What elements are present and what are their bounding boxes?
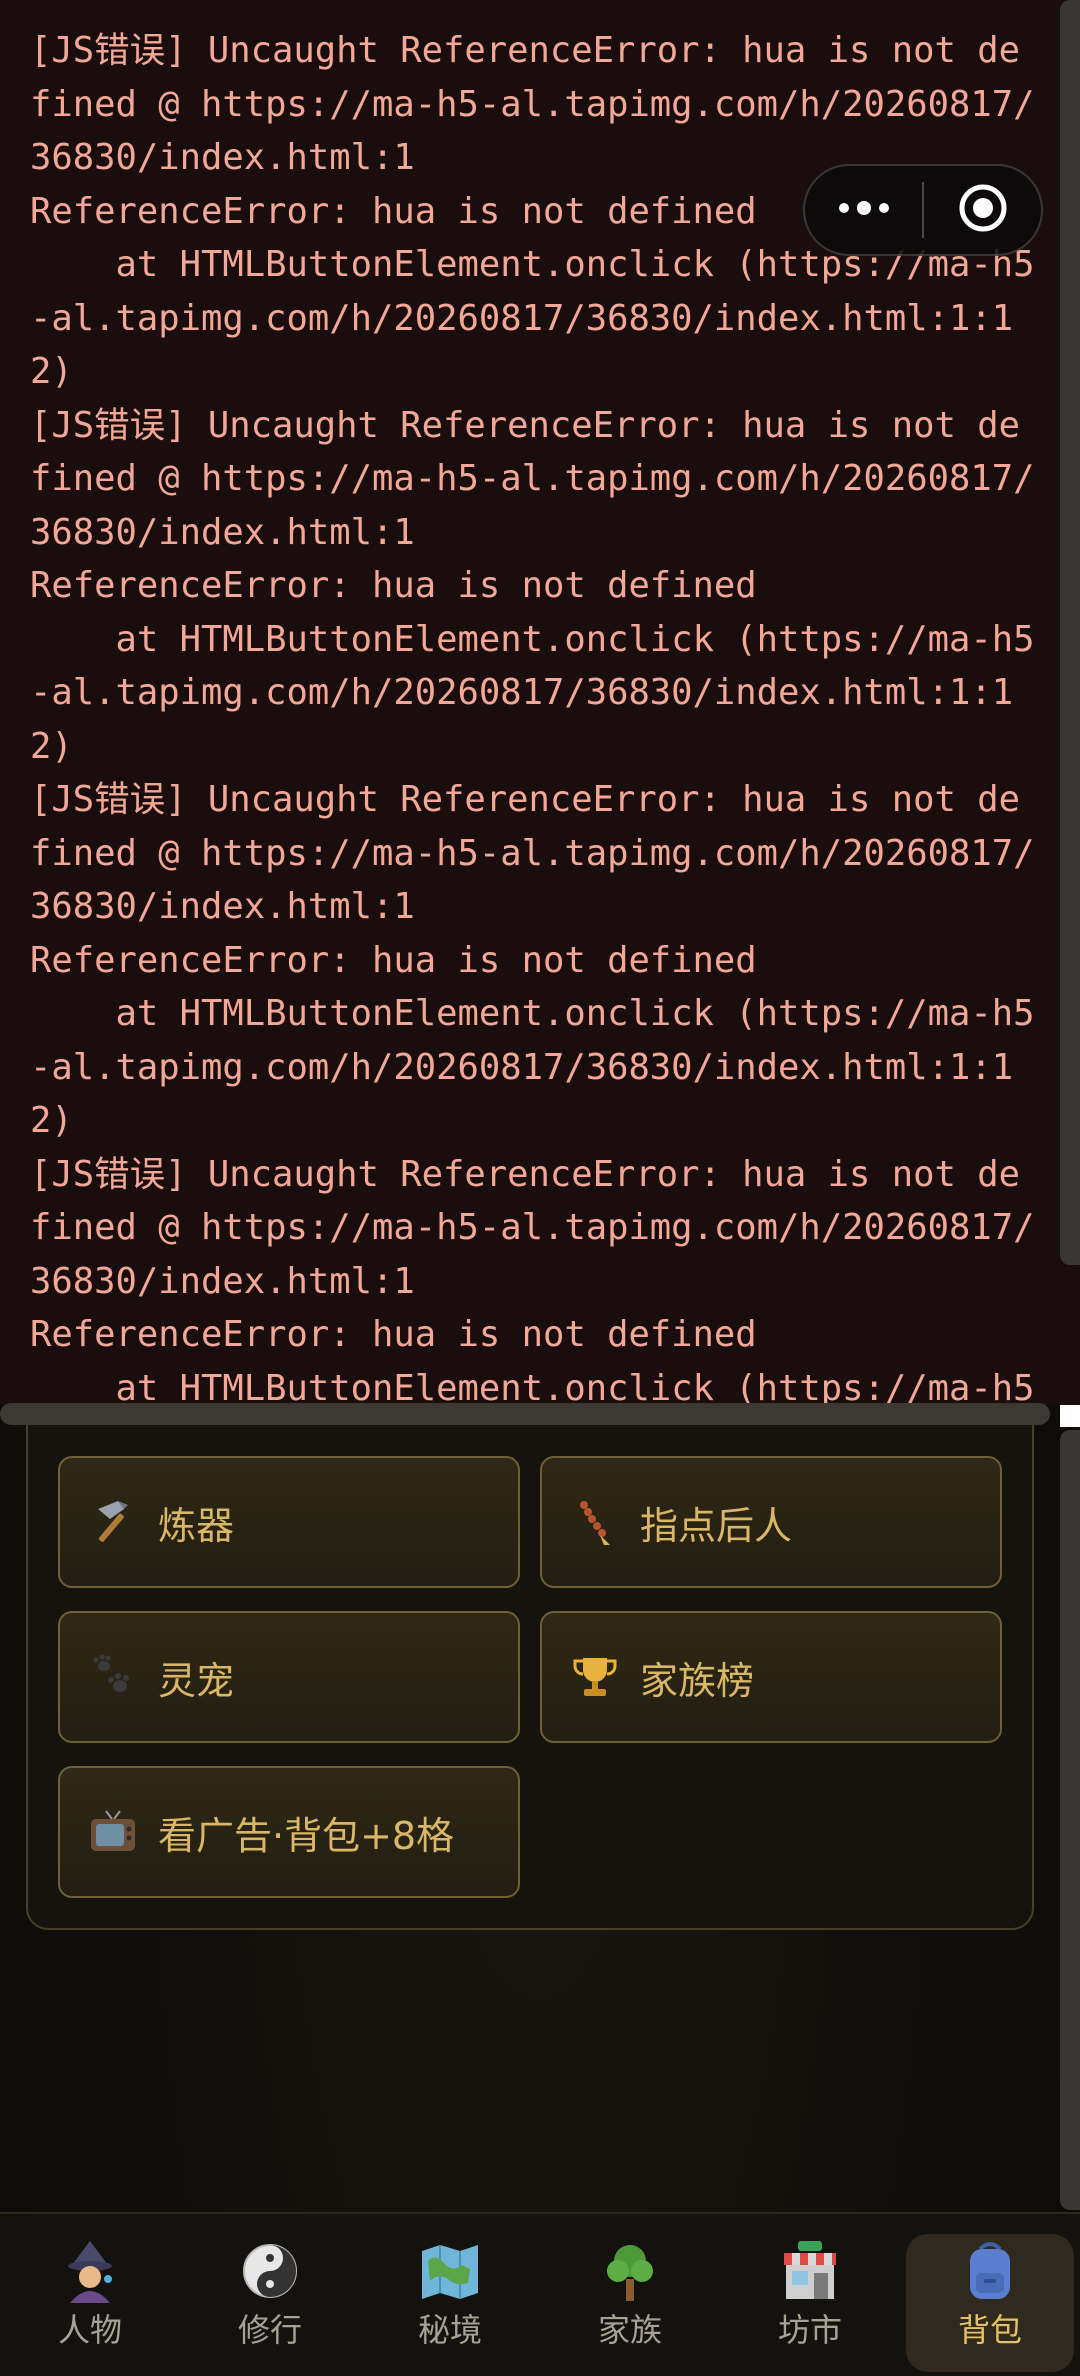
tab-backpack[interactable]: 背包	[900, 2214, 1080, 2376]
tab-character-label: 人物	[57, 2311, 122, 2349]
yin-yang-icon	[238, 2239, 302, 2303]
tab-secret-realm[interactable]: 秘境	[360, 2214, 540, 2376]
guide-descendants-button[interactable]: 指点后人	[540, 1456, 1002, 1588]
miniprogram-capsule	[803, 164, 1043, 256]
family-ranking-button[interactable]: 家族榜	[540, 1611, 1002, 1743]
tab-family[interactable]: 家族	[540, 2214, 720, 2376]
backpack-icon	[958, 2239, 1022, 2303]
television-icon	[88, 1807, 138, 1857]
tab-cultivation-label: 修行	[237, 2311, 302, 2349]
prayer-beads-icon	[570, 1497, 620, 1547]
target-close-icon	[957, 182, 1009, 238]
tab-market-label: 坊市	[777, 2311, 842, 2349]
hammer-icon	[88, 1497, 138, 1547]
more-button[interactable]	[805, 166, 922, 254]
refine-weapon-button[interactable]: 炼器	[58, 1456, 520, 1588]
spirit-pet-label: 灵宠	[158, 1658, 235, 1703]
page-scrollbar[interactable]	[1060, 1430, 1080, 2210]
console-resize-handle[interactable]	[0, 1403, 1050, 1425]
tab-character[interactable]: 人物	[0, 2214, 180, 2376]
family-ranking-label: 家族榜	[640, 1658, 755, 1703]
refine-weapon-label: 炼器	[158, 1503, 235, 1548]
trophy-icon	[570, 1652, 620, 1702]
paw-prints-icon	[88, 1652, 138, 1702]
watch-ad-button[interactable]: 看广告·背包+8格	[58, 1766, 520, 1898]
more-dots-icon	[834, 198, 894, 222]
tab-market[interactable]: 坊市	[720, 2214, 900, 2376]
store-icon	[778, 2239, 842, 2303]
tab-family-label: 家族	[597, 2311, 662, 2349]
tab-secret-realm-label: 秘境	[417, 2311, 482, 2349]
tree-icon	[598, 2239, 662, 2303]
close-miniprogram-button[interactable]	[924, 166, 1041, 254]
tab-cultivation[interactable]: 修行	[180, 2214, 360, 2376]
app-screen: 炼器 指点后人 灵宠 家族榜 看广告·背包+8格 [JS错误] Uncaught…	[0, 0, 1080, 2376]
watch-ad-label: 看广告·背包+8格	[158, 1813, 455, 1858]
mage-icon	[58, 2239, 122, 2303]
spirit-pet-button[interactable]: 灵宠	[58, 1611, 520, 1743]
console-scrollbar[interactable]	[1060, 0, 1080, 1265]
bottom-tab-bar: 人物 修行 秘境 家族 坊市 背包	[0, 2212, 1080, 2376]
resize-handle-marker	[1060, 1405, 1080, 1427]
tab-backpack-label: 背包	[957, 2311, 1022, 2349]
map-icon	[418, 2239, 482, 2303]
guide-descendants-label: 指点后人	[640, 1503, 793, 1548]
